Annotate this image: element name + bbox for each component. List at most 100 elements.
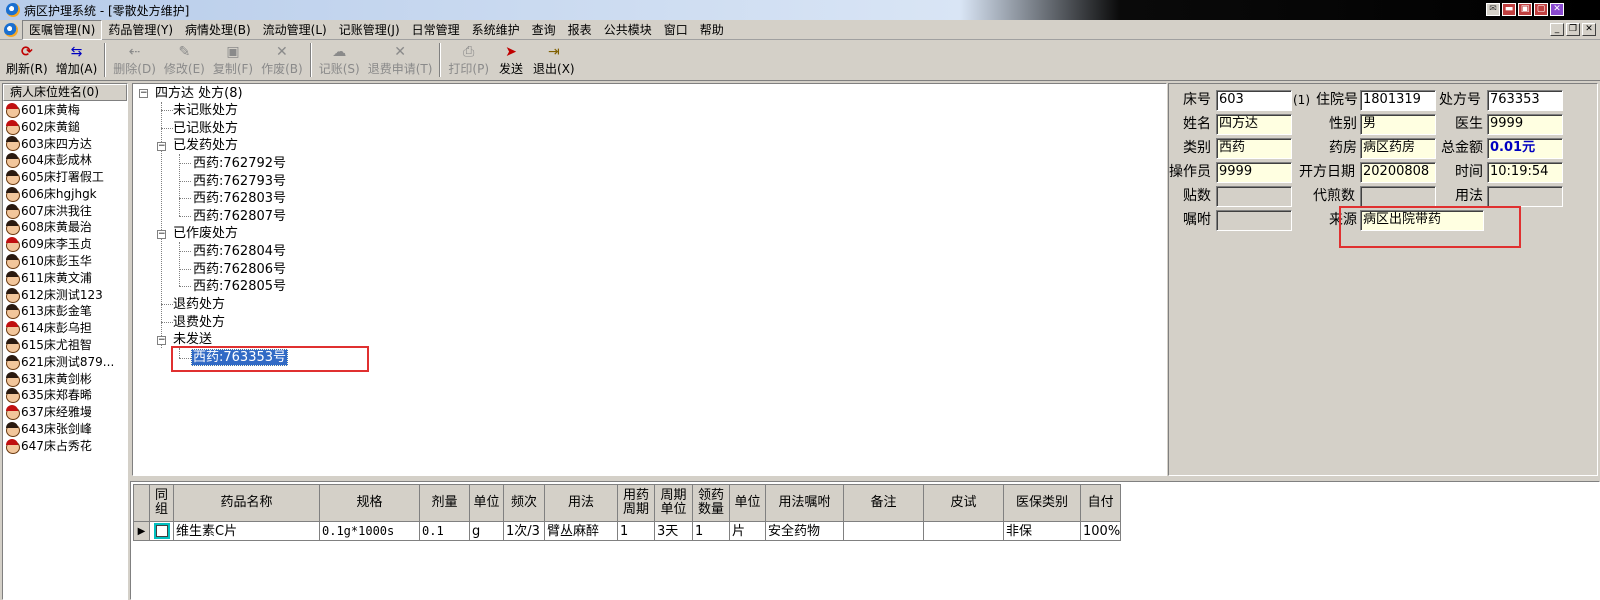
admission-field[interactable]: 1801319: [1360, 90, 1436, 111]
col-header[interactable]: 周期单位: [654, 484, 693, 522]
tree-voided-rx[interactable]: 西药:762804号: [193, 243, 286, 260]
pharmacy-field[interactable]: 病区药房: [1360, 138, 1436, 159]
expand-dispensed-icon[interactable]: −: [157, 142, 166, 151]
minimize-button[interactable]: ▬: [1502, 3, 1516, 16]
group-cell[interactable]: [149, 521, 174, 541]
edit-button[interactable]: ✎ 修改(E): [160, 41, 209, 77]
menu-billing[interactable]: 记账管理(J): [333, 21, 406, 39]
maximize-button[interactable]: ▣: [1518, 3, 1532, 16]
mdi-restore-button[interactable]: ❐: [1566, 23, 1580, 36]
table-cell[interactable]: 1次/3: [503, 521, 545, 541]
table-cell[interactable]: [923, 521, 1004, 541]
col-header[interactable]: 医保类别: [1003, 484, 1081, 522]
menu-window[interactable]: 窗口: [658, 21, 694, 39]
patient-item[interactable]: 602床黄鎚: [3, 118, 127, 135]
menu-help[interactable]: 帮助: [694, 21, 730, 39]
send-button[interactable]: ➤ 发送: [493, 41, 529, 77]
col-header[interactable]: 同组: [149, 484, 174, 522]
patient-item[interactable]: 614床彭乌担: [3, 319, 127, 337]
patient-item[interactable]: 608床黄最治: [3, 219, 127, 236]
tree-unsent-rx[interactable]: 西药:763353号: [191, 349, 289, 366]
add-button[interactable]: ⇆ 增加(A): [52, 41, 102, 77]
refresh-button[interactable]: ⟳ 刷新(R): [2, 41, 52, 77]
bed-field[interactable]: 603: [1216, 90, 1292, 111]
charge-button[interactable]: ☁ 记账(S): [315, 41, 364, 77]
table-cell[interactable]: 片: [729, 521, 766, 541]
patient-item[interactable]: 637床经雅墁: [3, 403, 127, 421]
col-header[interactable]: 用药周期: [617, 484, 655, 522]
patient-item[interactable]: 631床黄剑彬: [3, 370, 127, 387]
col-header[interactable]: 领药数量: [692, 484, 730, 522]
patient-item[interactable]: 603床四方达: [3, 135, 127, 152]
refund-request-button[interactable]: ✕ 退费申请(T): [364, 41, 437, 77]
tree-voided-rx[interactable]: 西药:762805号: [193, 278, 286, 295]
table-cell[interactable]: 1: [692, 521, 730, 541]
source-field[interactable]: 病区出院带药: [1360, 210, 1484, 231]
mdi-minimize-button[interactable]: _: [1550, 23, 1564, 36]
table-cell[interactable]: g: [469, 521, 504, 541]
mail-icon[interactable]: ✉: [1486, 3, 1500, 16]
delete-button[interactable]: ⇠ 删除(D): [109, 41, 160, 77]
col-header[interactable]: 自付: [1079, 484, 1122, 522]
patient-item[interactable]: 607床洪我往: [3, 202, 127, 219]
tree-voided-rx[interactable]: 西药:762806号: [193, 261, 286, 278]
expand-voided-icon[interactable]: −: [157, 230, 166, 239]
decoct-field[interactable]: [1360, 186, 1436, 207]
doctor-field[interactable]: 9999: [1487, 114, 1563, 135]
patient-item[interactable]: 601床黄梅: [3, 101, 127, 118]
usage-field[interactable]: [1487, 186, 1563, 207]
print-button[interactable]: ⎙ 打印(P): [444, 41, 493, 77]
patient-item[interactable]: 612床测试123: [3, 286, 127, 303]
table-cell[interactable]: 100%: [1079, 521, 1122, 541]
sex-field[interactable]: 男: [1360, 114, 1436, 135]
col-header[interactable]: 频次: [503, 484, 545, 522]
table-cell[interactable]: [843, 521, 924, 541]
menu-condition[interactable]: 病情处理(B): [179, 21, 257, 39]
close-button[interactable]: ✕: [1550, 3, 1564, 16]
table-cell[interactable]: 3天: [654, 521, 693, 541]
menu-flow[interactable]: 流动管理(L): [257, 21, 333, 39]
expand-unsent-icon[interactable]: −: [157, 336, 166, 345]
doses-field[interactable]: [1216, 186, 1292, 207]
patient-item[interactable]: 609床李玉贞: [3, 235, 127, 253]
tree-unposted[interactable]: 未记账处方: [173, 102, 238, 119]
table-cell[interactable]: 非保: [1003, 521, 1081, 541]
patient-item[interactable]: 647床占秀花: [3, 437, 127, 454]
total-amount-field[interactable]: 0.01元: [1487, 138, 1563, 159]
expand-root-icon[interactable]: −: [139, 89, 148, 98]
patient-item[interactable]: 613床彭金笔: [3, 303, 127, 320]
menu-orders[interactable]: 医嘱管理(N): [22, 19, 103, 40]
copy-button[interactable]: ▣ 复制(F): [209, 41, 257, 77]
col-header[interactable]: 用法: [544, 484, 618, 522]
table-cell[interactable]: 0.1: [419, 521, 470, 541]
col-header[interactable]: 备注: [843, 484, 924, 522]
patient-item[interactable]: 621床测试879...: [3, 353, 127, 370]
tree-dispensed-rx[interactable]: 西药:762803号: [193, 190, 286, 207]
patient-item[interactable]: 611床黄文浦: [3, 269, 127, 286]
table-cell[interactable]: 臂丛麻醉: [544, 521, 618, 541]
tree-dispensed-rx[interactable]: 西药:762793号: [193, 173, 286, 190]
tree-dispensed-rx[interactable]: 西药:762792号: [193, 155, 286, 172]
menu-system[interactable]: 系统维护: [466, 21, 526, 39]
tree-root[interactable]: 四方达 处方(8): [155, 85, 243, 102]
advice-field[interactable]: [1216, 210, 1292, 231]
table-cell[interactable]: 1: [617, 521, 655, 541]
tree-unsent[interactable]: 未发送: [173, 331, 212, 348]
tree-posted[interactable]: 已记账处方: [173, 120, 238, 137]
table-cell[interactable]: 安全药物: [765, 521, 844, 541]
col-header[interactable]: 规格: [319, 484, 420, 522]
col-header[interactable]: 药品名称: [173, 484, 320, 522]
restore-button[interactable]: ▢: [1534, 3, 1548, 16]
table-row[interactable]: ▶ 维生素C片 0.1g*1000s 0.1 g 1次/3 臂丛麻醉 1 3天 …: [133, 521, 1122, 541]
patient-item[interactable]: 605床打署假工: [3, 168, 127, 185]
table-cell[interactable]: 维生素C片: [173, 521, 320, 541]
operator-field[interactable]: 9999: [1216, 162, 1292, 183]
void-button[interactable]: ✕ 作废(B): [257, 41, 307, 77]
patient-item[interactable]: 606床hgjhgk: [3, 185, 127, 202]
menu-drugs[interactable]: 药品管理(Y): [102, 21, 179, 39]
group-checkbox[interactable]: [155, 525, 168, 537]
mdi-close-button[interactable]: ✕: [1582, 23, 1596, 36]
patient-item[interactable]: 643床张剑峰: [3, 420, 127, 437]
menu-query[interactable]: 查询: [526, 21, 562, 39]
col-header[interactable]: 皮试: [923, 484, 1004, 522]
